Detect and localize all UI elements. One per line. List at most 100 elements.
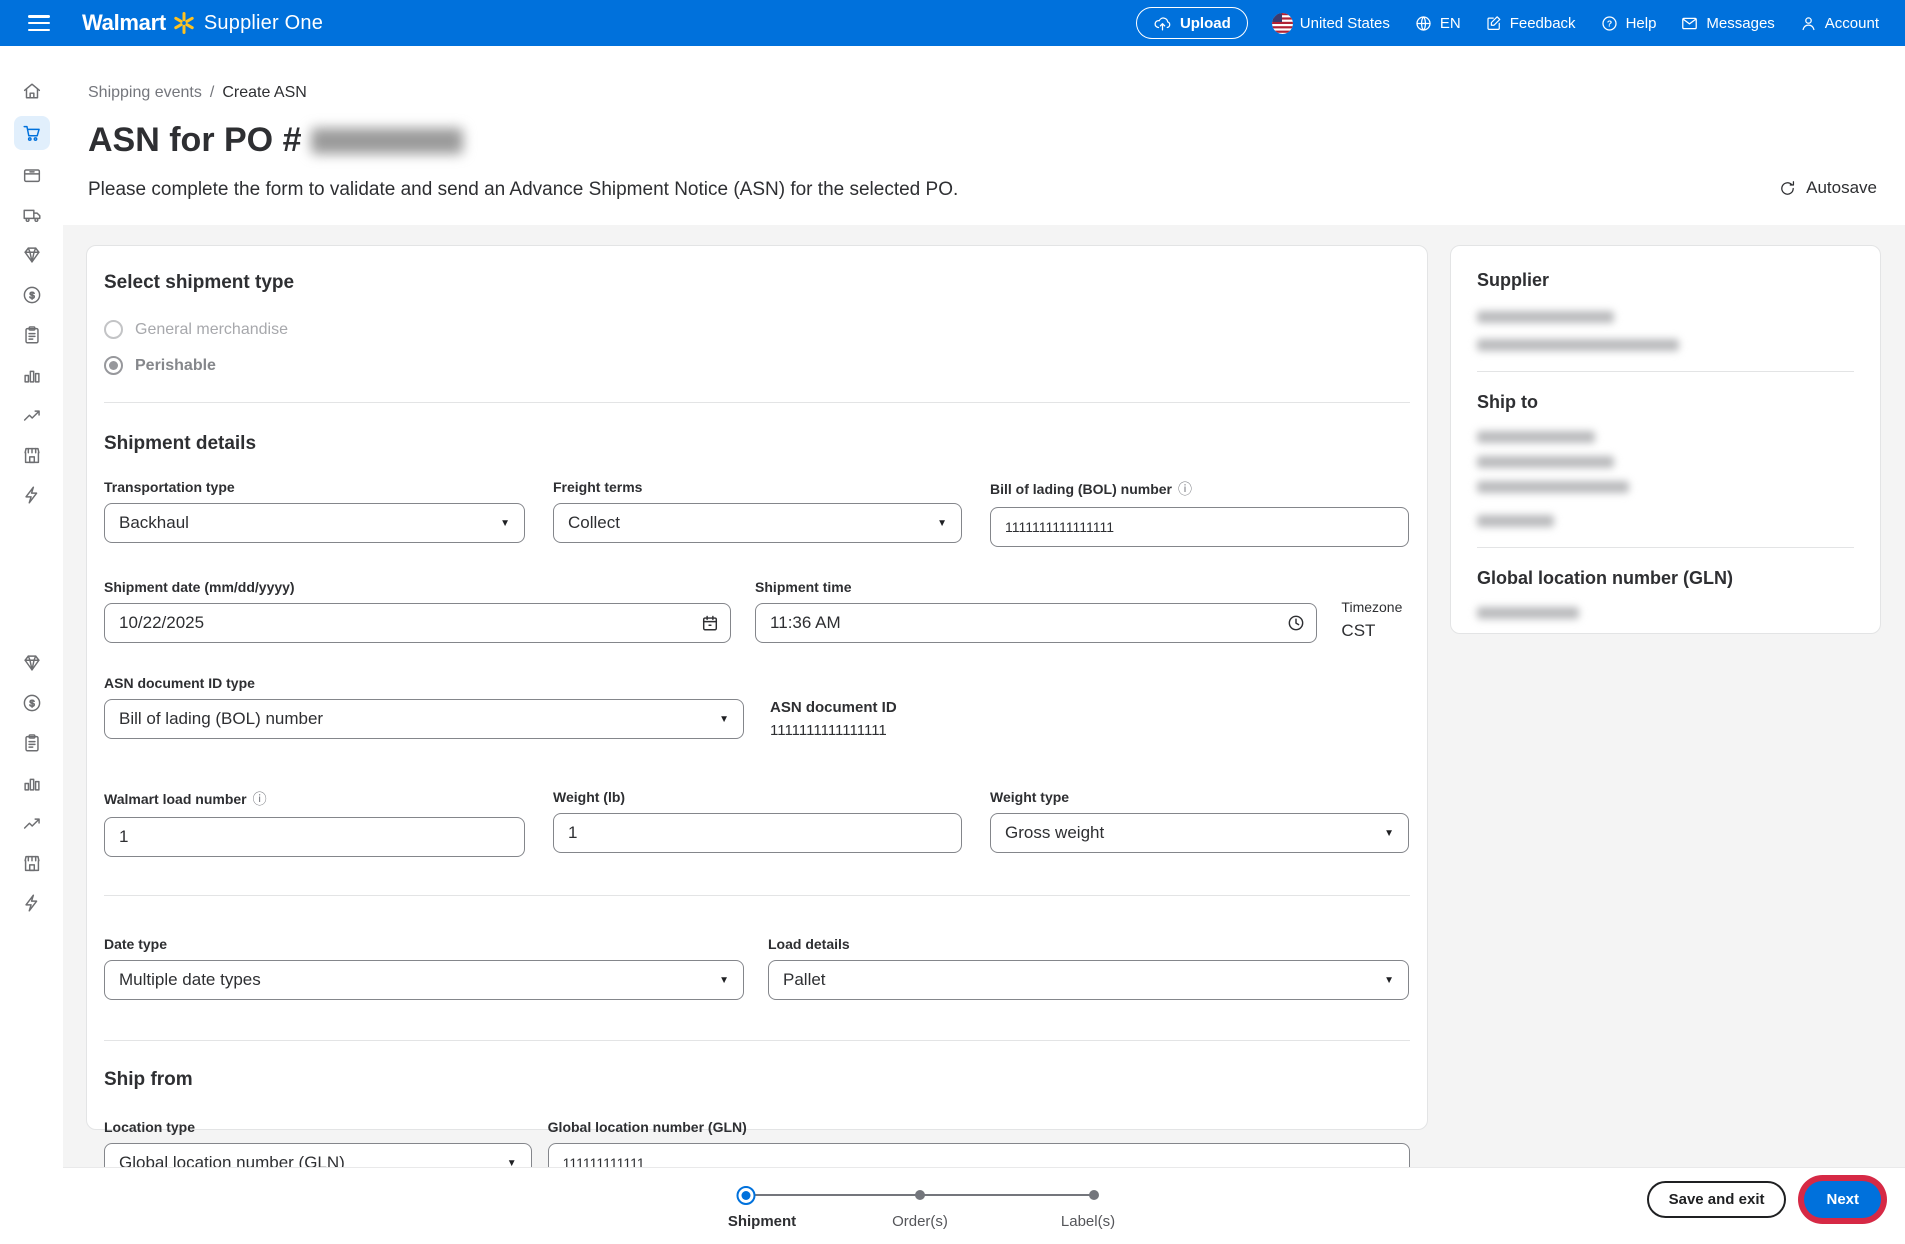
left-sidebar: $ $	[0, 46, 63, 1244]
feedback-button[interactable]: Feedback	[1485, 14, 1576, 32]
info-icon[interactable]: ⓘ	[253, 789, 267, 809]
chevron-down-icon: ▼	[719, 974, 729, 986]
redacted-supplier-line	[1477, 311, 1614, 323]
summary-card: Supplier Ship to Global location number …	[1450, 245, 1881, 634]
collapse-sidebar-button[interactable]	[14, 1184, 50, 1210]
shipment-time-input[interactable]	[755, 603, 1318, 643]
ship-from-heading: Ship from	[104, 1069, 193, 1090]
bar-chart-icon	[23, 778, 40, 791]
feedback-icon	[1487, 16, 1501, 30]
sidebar-item-payments[interactable]: $	[14, 280, 50, 310]
progress-stepper: Shipment Order(s) Label(s)	[728, 1186, 1115, 1236]
summary-divider	[1477, 547, 1854, 548]
redacted-ship-to-line	[1477, 431, 1595, 443]
sidebar-item-reports[interactable]	[14, 320, 50, 350]
messages-button[interactable]: Messages	[1680, 14, 1775, 33]
asn-form-card: Select shipment type General merchandise…	[86, 245, 1428, 1183]
sidebar-item-shipping[interactable]	[14, 200, 50, 230]
redacted-ship-to-line	[1477, 515, 1554, 527]
weight-label: Weight (lb)	[553, 789, 626, 805]
save-and-exit-button[interactable]: Save and exit	[1646, 1181, 1787, 1218]
sidebar-item-analytics[interactable]	[14, 360, 50, 390]
next-button[interactable]: Next	[1804, 1181, 1881, 1218]
bar-chart-icon	[23, 370, 40, 383]
asn-doc-id-type-select[interactable]: Bill of lading (BOL) number ▼	[104, 699, 744, 739]
step-dot-shipment[interactable]	[736, 1186, 756, 1205]
sidebar-item-growth[interactable]	[14, 400, 50, 430]
step-dot-orders[interactable]	[915, 1186, 925, 1200]
sidebar-item-rewards[interactable]	[14, 240, 50, 270]
sidebar-item-growth-2[interactable]	[14, 808, 50, 838]
sidebar-item-orders[interactable]	[13, 116, 50, 150]
shipment-date-input[interactable]	[104, 603, 732, 643]
chevron-down-icon: ▼	[937, 517, 947, 529]
country-label: United States	[1299, 14, 1390, 32]
hamburger-menu-icon[interactable]	[28, 15, 50, 31]
walmart-load-number-input[interactable]	[104, 817, 525, 857]
sidebar-item-marketplace[interactable]	[14, 440, 50, 470]
asn-doc-id-label: ASN document ID	[770, 699, 897, 716]
summary-gln-heading: Global location number (GLN)	[1477, 568, 1733, 588]
sidebar-item-home[interactable]	[14, 76, 50, 106]
account-label: Account	[1824, 14, 1879, 32]
asn-doc-id-block: ASN document ID 1111111111111111	[770, 675, 897, 739]
load-details-select[interactable]: Pallet ▼	[768, 960, 1409, 1000]
sidebar-item-rewards-2[interactable]	[14, 648, 50, 678]
sidebar-item-automation[interactable]	[14, 480, 50, 510]
upload-cloud-icon	[1154, 16, 1171, 30]
language-selector[interactable]: EN	[1414, 14, 1461, 33]
redacted-supplier-line	[1477, 339, 1679, 351]
lightning-icon	[24, 486, 37, 504]
help-icon: ?	[1601, 15, 1617, 31]
transportation-type-select[interactable]: Backhaul ▼	[104, 503, 525, 543]
upload-button[interactable]: Upload	[1135, 7, 1248, 39]
home-icon	[23, 83, 40, 99]
load-details-label: Load details	[768, 936, 850, 952]
account-button[interactable]: Account	[1799, 14, 1879, 33]
step-dot-labels[interactable]	[1089, 1186, 1099, 1200]
country-selector[interactable]: United States	[1271, 12, 1390, 34]
globe-icon	[1416, 15, 1431, 31]
radio-circle-unchecked-icon	[104, 320, 123, 339]
help-button[interactable]: ? Help	[1600, 14, 1656, 33]
autosave-button[interactable]: Autosave	[1778, 178, 1877, 198]
weight-input[interactable]	[553, 813, 962, 853]
timezone-block: Timezone CST	[1341, 579, 1410, 643]
info-icon[interactable]: ⓘ	[1178, 479, 1192, 499]
walmart-spark-icon	[172, 11, 196, 35]
timezone-label: Timezone	[1341, 599, 1403, 615]
sidebar-item-items[interactable]	[14, 160, 50, 190]
footer-bar: Shipment Order(s) Label(s) Save and exit…	[63, 1167, 1905, 1244]
radio-circle-checked-icon	[104, 356, 123, 375]
date-type-select[interactable]: Multiple date types ▼	[104, 960, 744, 1000]
bol-number-input[interactable]	[990, 507, 1409, 547]
us-flag-icon	[1271, 12, 1293, 34]
top-navbar: Walmart Supplier One Upload United State…	[0, 0, 1905, 46]
radio-perishable[interactable]: Perishable	[104, 356, 1410, 375]
messages-envelope-icon	[1682, 17, 1698, 29]
sidebar-item-payments-2[interactable]: $	[14, 688, 50, 718]
weight-type-select[interactable]: Gross weight ▼	[990, 813, 1409, 853]
clipboard-icon	[24, 734, 39, 752]
sidebar-item-reports-2[interactable]	[14, 728, 50, 758]
radio-general-merchandise[interactable]: General merchandise	[104, 320, 1410, 339]
sidebar-item-marketplace-2[interactable]	[14, 848, 50, 878]
shipment-details-heading: Shipment details	[104, 433, 257, 454]
collapse-sidebar-icon	[22, 1187, 42, 1207]
sidebar-item-analytics-2[interactable]	[14, 768, 50, 798]
date-type-label: Date type	[104, 936, 168, 952]
sidebar-item-automation-2[interactable]	[14, 888, 50, 918]
autosave-refresh-icon	[1781, 180, 1795, 195]
product-name: Supplier One	[203, 11, 324, 34]
weight-type-label: Weight type	[990, 789, 1070, 805]
redacted-po-number	[311, 127, 464, 154]
truck-icon	[22, 209, 41, 223]
breadcrumb-shipping-events[interactable]: Shipping events	[88, 84, 202, 102]
walmart-load-number-label: Walmart load number ⓘ	[104, 789, 267, 809]
main-content: Select shipment type General merchandise…	[63, 225, 1905, 1183]
gem-icon	[23, 655, 40, 671]
store-icon	[23, 855, 40, 872]
messages-label: Messages	[1706, 14, 1775, 32]
freight-terms-select[interactable]: Collect ▼	[553, 503, 962, 543]
lightning-icon	[24, 894, 37, 912]
